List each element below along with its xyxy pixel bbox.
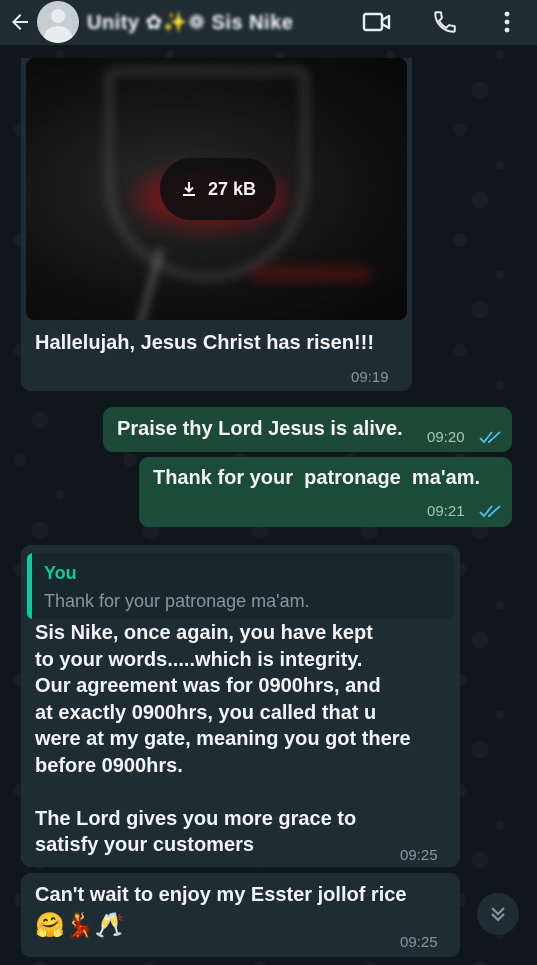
chat-header: Unity ✿✨❁ Sis Nike xyxy=(0,0,537,45)
contact-name[interactable]: Unity ✿✨❁ Sis Nike xyxy=(87,6,347,38)
arrow-left-icon[interactable] xyxy=(6,8,34,36)
blurred-image-preview[interactable]: 27 kB xyxy=(26,58,407,320)
phone-icon[interactable] xyxy=(428,6,462,38)
double-chevron-down-icon xyxy=(491,907,505,922)
avatar[interactable] xyxy=(37,1,79,43)
download-button[interactable]: 27 kB xyxy=(160,158,276,220)
download-icon xyxy=(182,182,195,196)
message-time: 09:20 xyxy=(427,429,465,446)
message-text: Hallelujah, Jesus Christ has risen!!! xyxy=(35,332,374,354)
message-text: Thank for your patronage ma'am. xyxy=(153,467,481,489)
message-emojis: 🤗💃🥂 xyxy=(35,912,125,939)
default-avatar-icon xyxy=(51,9,65,23)
read-ticks-icon xyxy=(479,505,501,518)
incoming-message[interactable]: Can't wait to enjoy my Esster jollof ric… xyxy=(21,873,460,957)
incoming-reply-message[interactable]: You Thank for your patronage ma'am. Sis … xyxy=(21,545,460,867)
outgoing-message[interactable]: Praise thy Lord Jesus is alive. 09:20 xyxy=(103,407,512,452)
message-time: 09:25 xyxy=(400,934,438,951)
read-ticks-icon xyxy=(479,431,501,444)
incoming-media-message[interactable]: 27 kB Hallelujah, Jesus Christ has risen… xyxy=(21,58,412,391)
message-time: 09:25 xyxy=(400,847,438,864)
message-time: 09:21 xyxy=(427,503,465,520)
scroll-to-bottom-button[interactable] xyxy=(477,893,519,935)
message-text: Sis Nike, once again, you have kept to y… xyxy=(35,622,411,856)
message-text: Praise thy Lord Jesus is alive. xyxy=(117,418,403,440)
quote-text: Thank for your patronage ma'am. xyxy=(44,591,310,611)
download-size: 27 kB xyxy=(207,178,257,199)
message-time: 09:19 xyxy=(351,369,389,386)
quoted-message[interactable]: You Thank for your patronage ma'am. xyxy=(27,553,454,619)
message-text: Can't wait to enjoy my Esster jollof ric… xyxy=(35,884,407,906)
more-vertical-icon[interactable] xyxy=(490,6,524,38)
outgoing-message[interactable]: Thank for your patronage ma'am. 09:21 xyxy=(139,457,512,527)
quote-author: You xyxy=(44,563,77,583)
video-call-icon[interactable] xyxy=(360,6,394,38)
